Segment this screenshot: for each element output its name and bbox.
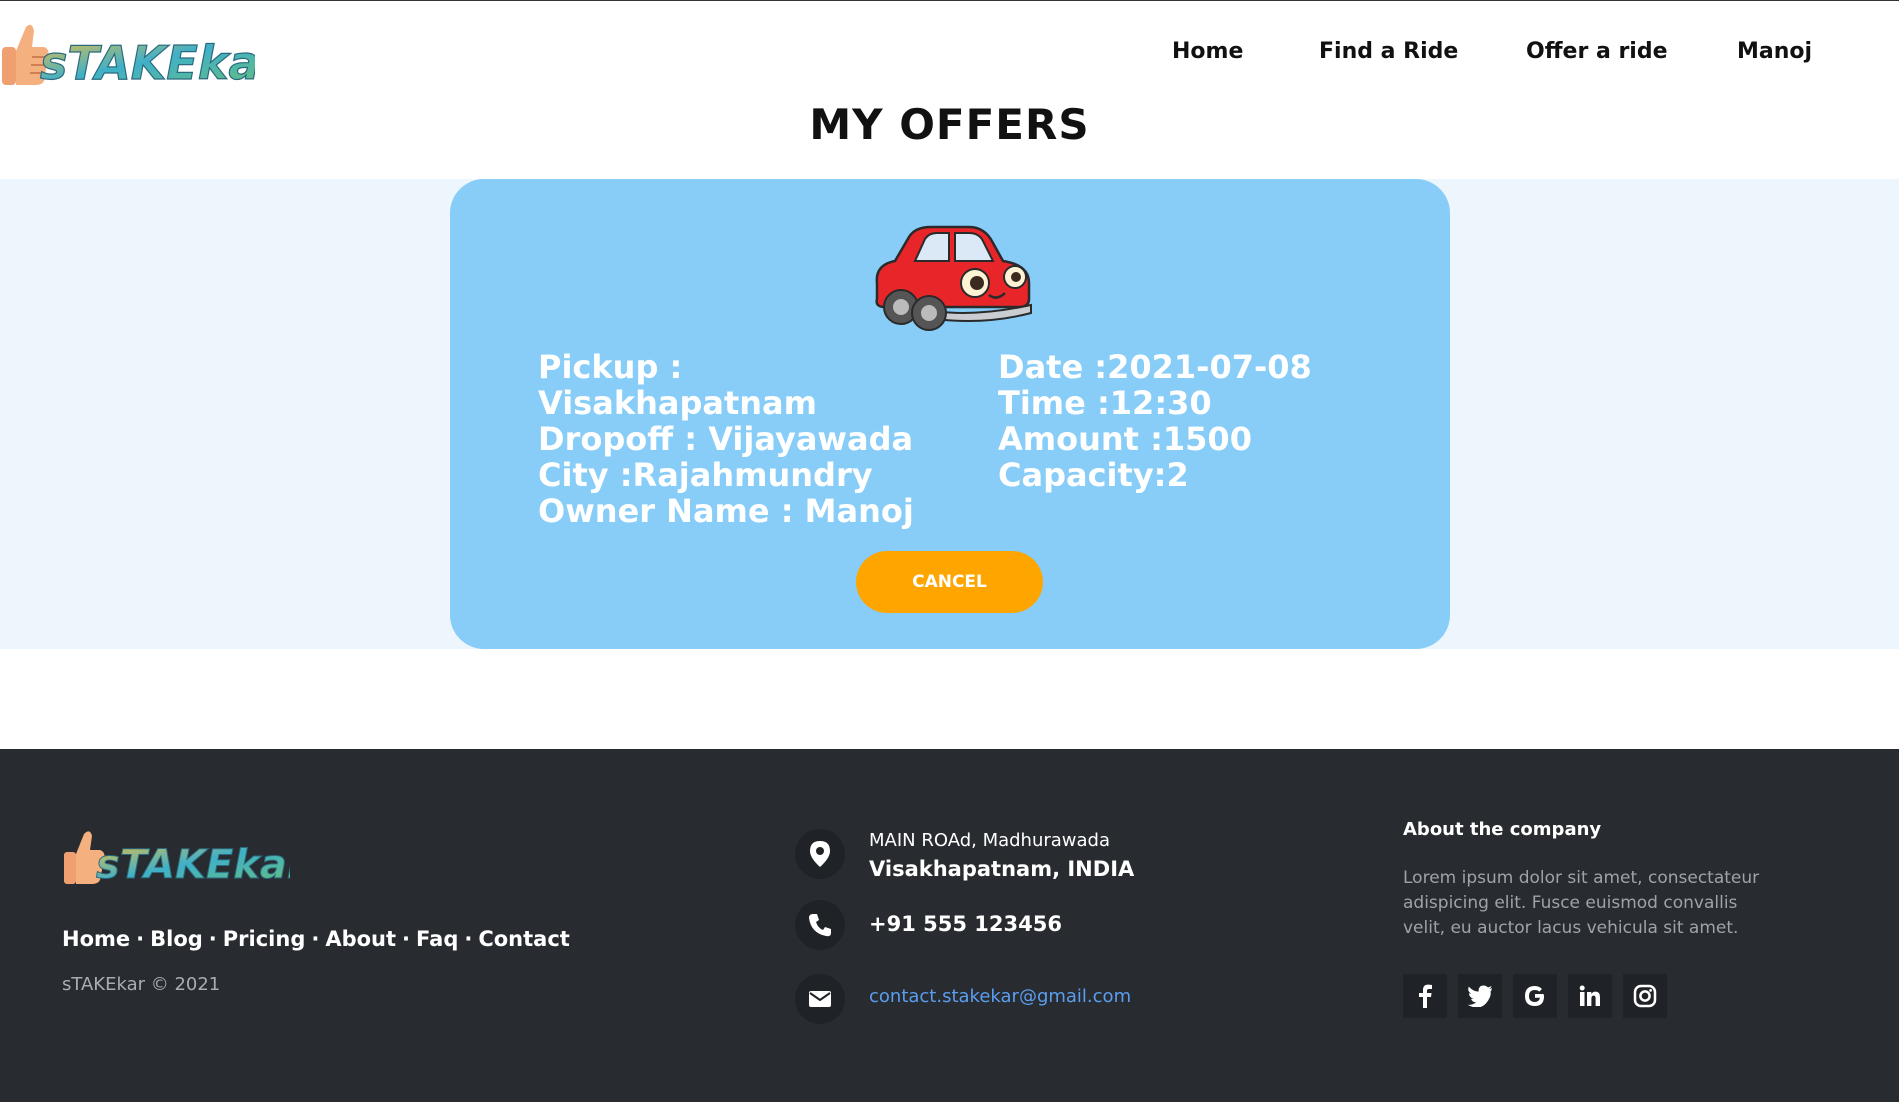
phone-icon xyxy=(809,914,831,937)
address-line-2: Visakhapatnam, INDIA xyxy=(869,857,1135,881)
about-title: About the company xyxy=(1403,819,1602,840)
address-line-1: MAIN ROAd, Madhurawada xyxy=(869,830,1111,851)
footer-logo[interactable]: sTAKEkar xyxy=(62,826,290,888)
amount-value: Amount :1500 xyxy=(998,420,1252,458)
site-footer: sTAKEkar Home · Blog · Pricing · About · Faq · Con… xyxy=(0,749,1899,1102)
logo-text: sTAKEkar xyxy=(40,36,255,89)
pickup-label: Pickup : xyxy=(538,348,683,386)
footer-link-blog[interactable]: Blog xyxy=(150,927,203,951)
map-pin-icon xyxy=(810,841,830,867)
separator: · xyxy=(311,927,320,951)
phone-icon-wrap xyxy=(795,900,845,950)
linkedin-icon[interactable] xyxy=(1568,974,1612,1018)
copyright: sTAKEkar © 2021 xyxy=(62,974,221,995)
email-icon-wrap xyxy=(795,974,845,1024)
car-icon xyxy=(875,225,1032,331)
cancel-button[interactable]: CANCEL xyxy=(856,551,1043,613)
footer-link-home[interactable]: Home xyxy=(62,927,130,951)
footer-logo-text: sTAKEkar xyxy=(96,842,290,888)
logo[interactable]: sTAKEkar xyxy=(0,19,255,89)
facebook-icon[interactable] xyxy=(1403,974,1447,1018)
offer-card: Pickup : Visakhapatnam Dropoff : Vijayaw… xyxy=(450,179,1450,649)
location-icon-wrap xyxy=(795,829,845,879)
footer-link-pricing[interactable]: Pricing xyxy=(223,927,306,951)
date-value: Date :2021-07-08 xyxy=(998,348,1312,386)
about-text: Lorem ipsum dolor sit amet, consectateur… xyxy=(1403,868,1760,938)
offer-details-left: Pickup : Visakhapatnam Dropoff : Vijayaw… xyxy=(538,349,958,529)
footer-link-about[interactable]: About xyxy=(325,927,396,951)
page-title: MY OFFERS xyxy=(809,100,1090,149)
separator: · xyxy=(136,927,145,951)
dropoff-value: Dropoff : Vijayawada xyxy=(538,420,914,458)
separator: · xyxy=(464,927,473,951)
phone-number: +91 555 123456 xyxy=(869,912,1062,936)
nav-user-manoj[interactable]: Manoj xyxy=(1737,39,1812,64)
time-value: Time :12:30 xyxy=(998,384,1212,422)
footer-links: Home · Blog · Pricing · About · Faq · Contact xyxy=(62,927,570,951)
twitter-icon[interactable] xyxy=(1458,974,1502,1018)
offer-details-right: Date :2021-07-08 Time :12:30 Amount :150… xyxy=(998,349,1418,493)
owner-name-value: Owner Name : Manoj xyxy=(538,492,914,530)
pickup-value: Visakhapatnam xyxy=(538,384,817,422)
footer-link-contact[interactable]: Contact xyxy=(478,927,570,951)
instagram-icon[interactable] xyxy=(1623,974,1667,1018)
email-link[interactable]: contact.stakekar@gmail.com xyxy=(869,986,1131,1007)
capacity-value: Capacity:2 xyxy=(998,456,1189,494)
separator: · xyxy=(402,927,411,951)
nav-home[interactable]: Home xyxy=(1172,39,1243,64)
footer-link-faq[interactable]: Faq xyxy=(416,927,458,951)
nav-find-a-ride[interactable]: Find a Ride xyxy=(1319,39,1458,64)
city-value: City :Rajahmundry xyxy=(538,456,873,494)
google-icon[interactable] xyxy=(1513,974,1557,1018)
nav-offer-a-ride[interactable]: Offer a ride xyxy=(1526,39,1668,64)
separator: · xyxy=(208,927,217,951)
envelope-icon xyxy=(809,991,831,1007)
